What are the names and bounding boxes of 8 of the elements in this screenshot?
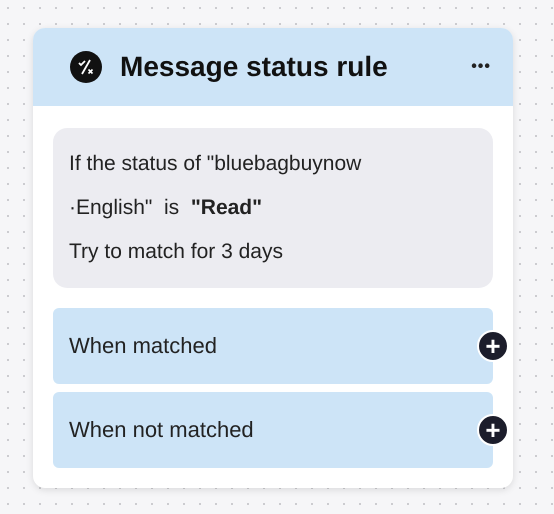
add-button[interactable]: + (477, 414, 509, 446)
more-button[interactable]: ••• (471, 58, 491, 76)
card-title: Message status rule (120, 51, 389, 83)
condition-text: If the status of "bluebagbuynow ·English" is "Read" Try to match for 3 days (53, 128, 493, 288)
match-status-icon (70, 51, 102, 83)
branch-label: When matched (69, 333, 217, 359)
branch-label: When not matched (69, 417, 254, 443)
add-button[interactable]: + (477, 330, 509, 362)
